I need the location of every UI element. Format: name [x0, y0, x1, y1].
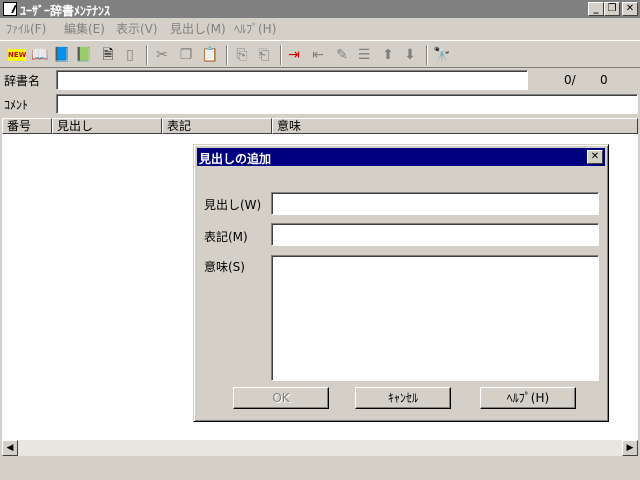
add-heading-dialog: 見出しの追加 ✕ 見出し(W) 表記(M) 意味(S) OK ｷｬﾝｾﾙ ﾍﾙﾌ… — [193, 144, 609, 422]
menu-bar: ﾌｧｲﾙ(F) 編集(E) 表示(V) 見出し(M) ﾍﾙﾌﾟ(H) — [0, 18, 640, 38]
edit-icon[interactable]: ✎ — [332, 45, 352, 65]
meaning-textarea[interactable] — [271, 255, 599, 381]
toolbar: NEW 📖 📘 📗 🗎 ▯ ✂ ❐ 📋 ⎘ ⎗ ⇥ ⇤ ✎ ☰ ⬆ ⬇ 🔭 — [0, 40, 640, 68]
toolbar-separator — [226, 45, 228, 65]
toolbar-separator — [280, 45, 282, 65]
notation-input[interactable] — [271, 223, 599, 246]
entry-total: 0 — [600, 73, 608, 87]
scroll-right-icon[interactable]: ▶ — [622, 440, 638, 456]
dict-name-label: 辞書名 — [4, 74, 41, 88]
dict-name-field[interactable] — [56, 70, 528, 90]
column-notation[interactable]: 表記 — [162, 118, 272, 134]
open-book-icon[interactable]: 📖 — [30, 45, 50, 65]
move-up-icon[interactable]: ⬆ — [378, 45, 398, 65]
replace-icon[interactable]: ⎗ — [254, 45, 274, 65]
paste-icon[interactable]: 📋 — [200, 45, 220, 65]
find-icon[interactable]: ⎘ — [232, 45, 252, 65]
insert-icon[interactable]: ⇥ — [284, 45, 304, 65]
heading-input[interactable] — [271, 192, 599, 215]
comment-label: ｺﾒﾝﾄ — [4, 98, 29, 112]
comment-field[interactable] — [56, 94, 638, 114]
heading-label: 見出し(W) — [204, 198, 262, 212]
close-icon: ✕ — [590, 151, 600, 162]
notation-label: 表記(M) — [204, 230, 248, 244]
help-button[interactable]: ﾍﾙﾌﾟ(H) — [480, 387, 576, 409]
minimize-button[interactable]: _ — [588, 2, 604, 16]
search-icon[interactable]: 🔭 — [432, 45, 452, 65]
book-icon[interactable]: 📘 — [52, 45, 72, 65]
delete-icon[interactable]: ⇤ — [308, 45, 328, 65]
close-book-icon[interactable]: ▯ — [120, 45, 140, 65]
horizontal-scrollbar[interactable]: ◀ ▶ — [2, 440, 638, 456]
export-icon[interactable]: 🗎 — [98, 45, 118, 65]
minimize-icon: _ — [593, 3, 599, 14]
menu-heading[interactable]: 見出し(M) — [170, 20, 226, 37]
restore-icon: ❐ — [607, 3, 617, 14]
copy-icon[interactable]: ❐ — [176, 45, 196, 65]
entry-count: 0/ — [564, 73, 576, 87]
cut-icon[interactable]: ✂ — [152, 45, 172, 65]
ok-button[interactable]: OK — [233, 387, 329, 409]
toolbar-separator — [426, 45, 428, 65]
scroll-left-icon[interactable]: ◀ — [2, 440, 18, 456]
new-button[interactable]: NEW — [8, 49, 26, 61]
dialog-title-bar: 見出しの追加 ✕ — [197, 148, 605, 166]
list-icon[interactable]: ☰ — [354, 45, 374, 65]
status-bar — [0, 458, 640, 480]
column-meaning[interactable]: 意味 — [272, 118, 638, 134]
restore-button[interactable]: ❐ — [604, 2, 620, 16]
menu-help[interactable]: ﾍﾙﾌﾟ(H) — [234, 20, 276, 37]
menu-view[interactable]: 表示(V) — [116, 20, 158, 37]
toolbar-separator — [146, 45, 148, 65]
meaning-label: 意味(S) — [204, 260, 245, 274]
menu-file[interactable]: ﾌｧｲﾙ(F) — [6, 20, 46, 37]
dialog-close-button[interactable]: ✕ — [587, 150, 603, 164]
close-icon: ✕ — [625, 3, 635, 14]
title-bar: ﾕｰｻﾞｰ辞書ﾒﾝﾃﾅﾝｽ _ ❐ ✕ — [0, 0, 640, 18]
window-title: ﾕｰｻﾞｰ辞書ﾒﾝﾃﾅﾝｽ — [20, 4, 111, 18]
menu-edit[interactable]: 編集(E) — [64, 20, 105, 37]
app-icon — [3, 2, 17, 16]
book-edit-icon[interactable]: 📗 — [74, 45, 94, 65]
column-number[interactable]: 番号 — [2, 118, 52, 134]
list-header: 番号 見出し 表記 意味 — [2, 118, 638, 134]
close-button[interactable]: ✕ — [622, 2, 638, 16]
dialog-title: 見出しの追加 — [199, 152, 272, 166]
cancel-button[interactable]: ｷｬﾝｾﾙ — [355, 387, 451, 409]
column-heading[interactable]: 見出し — [52, 118, 162, 134]
move-down-icon[interactable]: ⬇ — [400, 45, 420, 65]
